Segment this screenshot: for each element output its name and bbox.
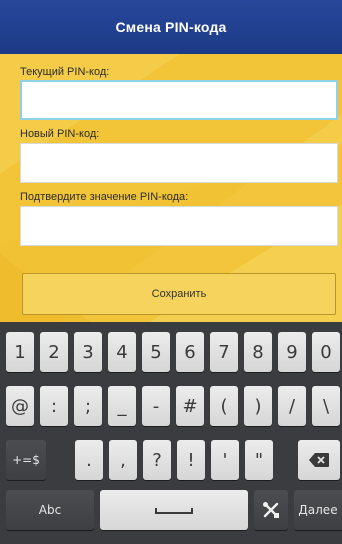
key-9[interactable]: 9 <box>278 332 306 372</box>
next-key[interactable]: Далее <box>294 490 342 530</box>
key-exclamation[interactable]: ! <box>177 440 205 480</box>
confirm-pin-field[interactable] <box>20 206 338 246</box>
key-close-paren[interactable]: ) <box>244 386 272 426</box>
key-at[interactable]: @ <box>6 386 34 426</box>
key-backslash[interactable]: \ <box>312 386 340 426</box>
key-5[interactable]: 5 <box>142 332 170 372</box>
key-4[interactable]: 4 <box>108 332 136 372</box>
key-7[interactable]: 7 <box>210 332 238 372</box>
alphabet-mode-key[interactable]: Abc <box>6 490 94 530</box>
key-2[interactable]: 2 <box>40 332 68 372</box>
key-semicolon[interactable]: ; <box>74 386 102 426</box>
key-hash[interactable]: # <box>176 386 204 426</box>
key-open-paren[interactable]: ( <box>210 386 238 426</box>
key-8[interactable]: 8 <box>244 332 272 372</box>
on-screen-keyboard: 1 2 3 4 5 6 7 8 9 0 @ : ; _ - # ( ) / \ … <box>0 322 342 544</box>
title-bar: Смена PIN-кода <box>0 0 342 54</box>
key-6[interactable]: 6 <box>176 332 204 372</box>
space-key[interactable] <box>100 490 248 530</box>
key-period[interactable]: . <box>75 440 103 480</box>
current-pin-label: Текущий PIN-код: <box>20 66 110 78</box>
key-comma[interactable]: , <box>109 440 137 480</box>
key-slash[interactable]: / <box>278 386 306 426</box>
current-pin-field[interactable] <box>20 80 338 120</box>
settings-key[interactable] <box>254 490 288 530</box>
key-apostrophe[interactable]: ' <box>211 440 239 480</box>
page-title: Смена PIN-кода <box>115 19 227 35</box>
pin-change-screen: Смена PIN-кода Текущий PIN-код: Новый PI… <box>0 0 342 544</box>
save-button[interactable]: Сохранить <box>22 273 336 315</box>
key-0[interactable]: 0 <box>312 332 340 372</box>
key-1[interactable]: 1 <box>6 332 34 372</box>
new-pin-field[interactable] <box>20 143 338 183</box>
key-colon[interactable]: : <box>40 386 68 426</box>
confirm-pin-label: Подтвердите значение PIN-кода: <box>20 191 189 203</box>
backspace-key[interactable] <box>298 440 340 480</box>
symbols-shift-key[interactable]: +=$ <box>6 440 46 480</box>
key-quote[interactable]: " <box>245 440 273 480</box>
key-3[interactable]: 3 <box>74 332 102 372</box>
new-pin-label: Новый PIN-код: <box>20 128 100 140</box>
tools-icon <box>263 502 279 518</box>
key-underscore[interactable]: _ <box>108 386 136 426</box>
pin-form: Текущий PIN-код: Новый PIN-код: Подтверд… <box>0 54 342 322</box>
key-hyphen[interactable]: - <box>142 386 170 426</box>
key-question[interactable]: ? <box>143 440 171 480</box>
space-icon <box>155 508 193 514</box>
backspace-icon <box>309 453 329 467</box>
